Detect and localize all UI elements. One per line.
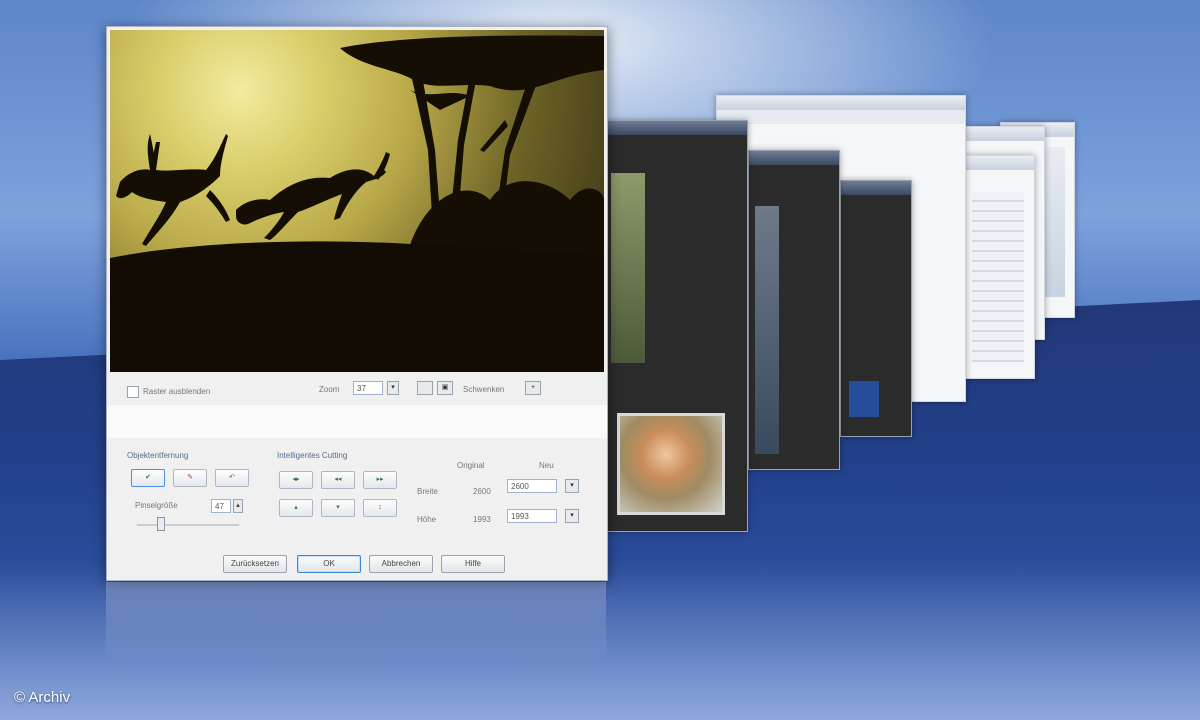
hide-grid-label: Raster ausblenden <box>143 387 211 396</box>
height-new-input[interactable]: 1993 <box>507 509 557 523</box>
zoom-label: Zoom <box>319 385 340 394</box>
smart-crop-title: Intelligentes Cutting <box>277 451 348 460</box>
window-titlebar <box>964 156 1034 170</box>
width-label: Breite <box>417 487 438 496</box>
width-new-input[interactable]: 2600 <box>507 479 557 493</box>
brush-size-slider-thumb[interactable] <box>157 517 165 531</box>
brush-size-slider-track[interactable] <box>137 524 239 526</box>
zoom-input[interactable]: 37 <box>353 381 383 395</box>
height-label: Höhe <box>417 515 437 524</box>
remove-brush-button[interactable]: ✎ <box>173 469 207 487</box>
height-spinner[interactable]: ▾ <box>565 509 579 523</box>
app-window-2[interactable] <box>840 180 912 437</box>
cancel-button[interactable]: Abbrechen <box>369 555 433 573</box>
window-titlebar <box>841 181 911 195</box>
zoom-spinner[interactable]: ▾ <box>387 381 399 395</box>
reset-button[interactable]: Zurücksetzen <box>223 555 287 573</box>
shrink-height-button[interactable]: ▴ <box>279 499 313 517</box>
auto-width-button[interactable]: ▸▸ <box>363 471 397 489</box>
app-window-4[interactable] <box>963 155 1035 379</box>
window-titlebar <box>717 96 965 110</box>
pan-button[interactable]: + <box>525 381 541 395</box>
height-original-value: 1993 <box>473 515 491 524</box>
window-titlebar <box>966 127 1044 141</box>
expand-width-button[interactable]: ◂◂ <box>321 471 355 489</box>
side-image <box>755 206 779 454</box>
new-column-header: Neu <box>539 461 554 470</box>
window-titlebar <box>749 151 839 165</box>
portrait-thumbnail[interactable] <box>617 413 725 515</box>
side-preview-image <box>611 173 645 363</box>
window-titlebar <box>607 121 747 135</box>
ok-button[interactable]: OK <box>297 555 361 573</box>
photo-editor-window[interactable] <box>606 120 748 532</box>
auto-height-button[interactable]: ↕ <box>363 499 397 517</box>
thumbnail-image <box>849 381 879 417</box>
original-column-header: Original <box>457 461 485 470</box>
window-content <box>972 192 1024 362</box>
dialog-reflection <box>106 582 606 662</box>
separator-band <box>107 405 607 438</box>
shrink-width-button[interactable]: ◂▸ <box>279 471 313 489</box>
fit-view-button[interactable] <box>417 381 433 395</box>
brush-size-spinner[interactable]: ▴ <box>233 499 243 513</box>
pan-label: Schwenken <box>463 385 505 394</box>
image-credit: © Archiv <box>14 689 71 706</box>
width-spinner[interactable]: ▾ <box>565 479 579 493</box>
actual-size-button[interactable]: ▣ <box>437 381 453 395</box>
width-original-value: 2600 <box>473 487 491 496</box>
app-window-1[interactable] <box>748 150 840 470</box>
image-preview <box>110 30 604 372</box>
object-removal-title: Objektentfernung <box>127 451 189 460</box>
liquid-resize-dialog: Raster ausblenden Zoom 37 ▾ ▣ Schwenken … <box>106 26 608 581</box>
help-button[interactable]: Hilfe <box>441 555 505 573</box>
brush-size-input[interactable]: 47 <box>211 499 231 513</box>
eraser-button[interactable]: ↶ <box>215 469 249 487</box>
hide-grid-checkbox[interactable] <box>127 386 139 398</box>
savanna-silhouette <box>110 35 604 372</box>
window-toolbar <box>717 110 965 124</box>
brush-size-label: Pinselgröße <box>135 501 178 510</box>
keep-brush-button[interactable]: ✔ <box>131 469 165 487</box>
expand-height-button[interactable]: ▾ <box>321 499 355 517</box>
